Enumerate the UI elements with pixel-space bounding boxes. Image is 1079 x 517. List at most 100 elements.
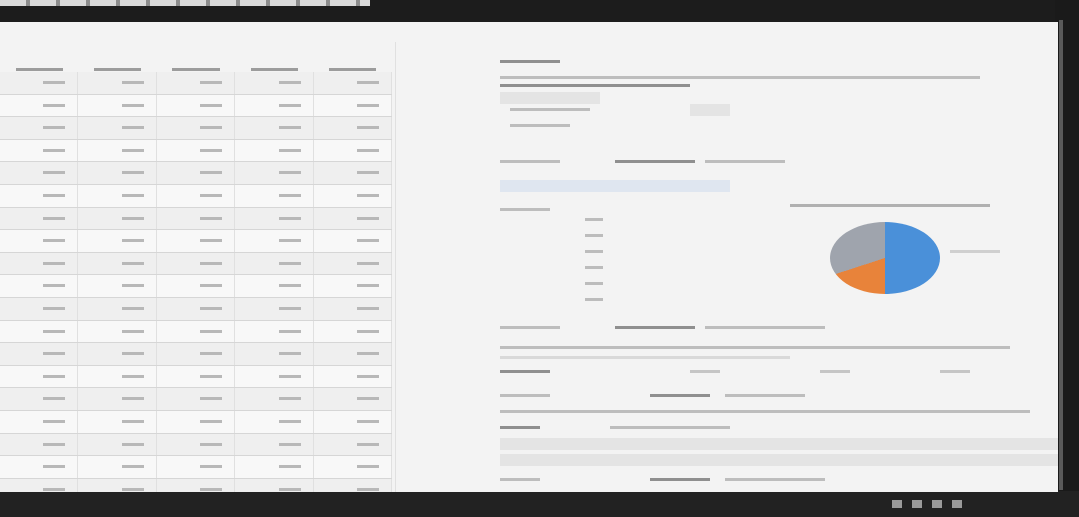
table-cell[interactable] [314, 456, 393, 478]
table-cell[interactable] [157, 410, 236, 433]
table-cell[interactable] [157, 433, 236, 456]
table-cell[interactable] [235, 184, 314, 207]
table-cell[interactable] [157, 297, 236, 320]
table-cell[interactable] [235, 433, 314, 456]
table-cell[interactable] [0, 207, 79, 230]
table-cell[interactable] [235, 410, 314, 433]
table-cell[interactable] [314, 433, 393, 456]
app-icon[interactable] [952, 500, 962, 508]
table-cell[interactable] [157, 139, 236, 162]
table-cell[interactable] [314, 207, 393, 230]
table-cell[interactable] [235, 320, 314, 343]
table-cell[interactable] [0, 320, 79, 343]
table-cell[interactable] [157, 275, 236, 297]
table-cell[interactable] [314, 139, 393, 162]
pie-chart[interactable] [830, 222, 940, 294]
table-cell[interactable] [0, 433, 79, 456]
table-cell[interactable] [78, 433, 157, 456]
table-cell[interactable] [314, 365, 393, 388]
table-cell[interactable] [314, 72, 393, 94]
table-cell[interactable] [78, 275, 157, 297]
table-cell[interactable] [235, 230, 314, 252]
table-cell[interactable] [314, 252, 393, 275]
table-cell[interactable] [78, 456, 157, 478]
table-cell[interactable] [78, 365, 157, 388]
table-cell[interactable] [314, 388, 393, 410]
table-cell[interactable] [235, 275, 314, 297]
table-cell[interactable] [235, 162, 314, 184]
table-cell[interactable] [314, 343, 393, 365]
table-cell[interactable] [0, 139, 79, 162]
table-cell[interactable] [0, 252, 79, 275]
table-cell[interactable] [157, 184, 236, 207]
table-cell[interactable] [157, 456, 236, 478]
table-cell[interactable] [314, 410, 393, 433]
table-cell[interactable] [235, 207, 314, 230]
app-icon[interactable] [892, 500, 902, 508]
table-cell[interactable] [235, 94, 314, 117]
table-cell[interactable] [0, 94, 79, 117]
table-cell[interactable] [157, 117, 236, 139]
table-cell[interactable] [157, 94, 236, 117]
table-cell[interactable] [314, 275, 393, 297]
table-cell[interactable] [235, 343, 314, 365]
table-cell[interactable] [0, 162, 79, 184]
table-cell[interactable] [157, 343, 236, 365]
table-cell[interactable] [0, 72, 79, 94]
table-cell[interactable] [78, 184, 157, 207]
app-icon[interactable] [932, 500, 942, 508]
table-cell[interactable] [235, 139, 314, 162]
table-cell[interactable] [0, 456, 79, 478]
table-cell[interactable] [235, 365, 314, 388]
table-cell[interactable] [235, 478, 314, 492]
table-cell[interactable] [78, 252, 157, 275]
table-cell[interactable] [157, 365, 236, 388]
table-cell[interactable] [78, 478, 157, 492]
table-cell[interactable] [78, 139, 157, 162]
table-cell[interactable] [0, 410, 79, 433]
table-cell[interactable] [314, 184, 393, 207]
table-cell[interactable] [235, 297, 314, 320]
table-cell[interactable] [235, 456, 314, 478]
table-cell[interactable] [235, 388, 314, 410]
table-cell[interactable] [78, 297, 157, 320]
table-cell[interactable] [157, 320, 236, 343]
table-cell[interactable] [314, 478, 393, 492]
table-cell[interactable] [78, 117, 157, 139]
table-cell[interactable] [235, 117, 314, 139]
table-cell[interactable] [78, 162, 157, 184]
table-cell[interactable] [235, 252, 314, 275]
table-cell[interactable] [235, 72, 314, 94]
table-cell[interactable] [0, 388, 79, 410]
table-cell[interactable] [157, 162, 236, 184]
table-cell[interactable] [0, 343, 79, 365]
table-cell[interactable] [157, 207, 236, 230]
table-cell[interactable] [0, 275, 79, 297]
table-cell[interactable] [157, 478, 236, 492]
table-cell[interactable] [157, 252, 236, 275]
table-cell[interactable] [0, 365, 79, 388]
table-cell[interactable] [314, 230, 393, 252]
table-cell[interactable] [0, 297, 79, 320]
pane-divider[interactable] [395, 42, 396, 492]
table-cell[interactable] [78, 72, 157, 94]
table-cell[interactable] [0, 184, 79, 207]
table-cell[interactable] [78, 94, 157, 117]
table-cell[interactable] [78, 320, 157, 343]
table-cell[interactable] [0, 478, 79, 492]
table-cell[interactable] [314, 297, 393, 320]
table-cell[interactable] [157, 388, 236, 410]
table-cell[interactable] [314, 162, 393, 184]
table-cell[interactable] [78, 410, 157, 433]
table-cell[interactable] [314, 320, 393, 343]
table-cell[interactable] [0, 230, 79, 252]
table-cell[interactable] [78, 388, 157, 410]
table-cell[interactable] [78, 230, 157, 252]
table-cell[interactable] [314, 94, 393, 117]
table-cell[interactable] [78, 343, 157, 365]
table-cell[interactable] [0, 117, 79, 139]
table-cell[interactable] [157, 72, 236, 94]
table-cell[interactable] [314, 117, 393, 139]
table-cell[interactable] [78, 207, 157, 230]
app-icon[interactable] [912, 500, 922, 508]
